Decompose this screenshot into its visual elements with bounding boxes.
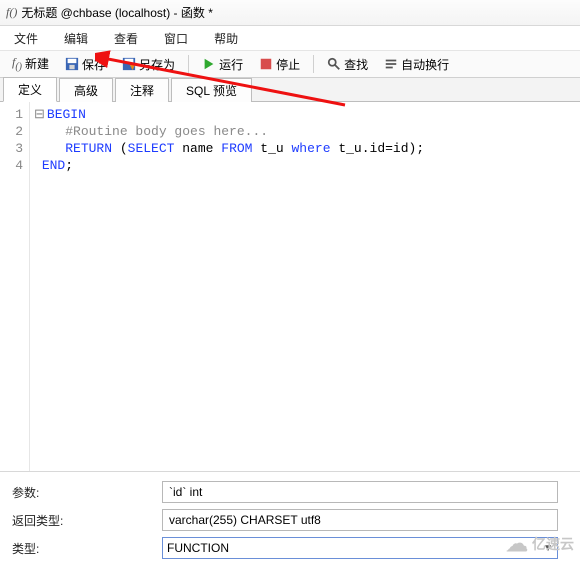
- tab-sql-preview[interactable]: SQL 预览: [171, 78, 252, 102]
- save-icon: [65, 57, 79, 71]
- find-button[interactable]: 查找: [321, 54, 374, 75]
- line-gutter: 1234: [0, 102, 30, 471]
- cloud-icon: ☁: [506, 531, 528, 557]
- new-label: 新建: [25, 55, 49, 72]
- properties-panel: 参数: 返回类型: 类型: FUNCTION ▼: [0, 472, 580, 568]
- wrap-icon: [384, 57, 398, 71]
- params-label: 参数:: [12, 484, 162, 501]
- saveas-icon: [122, 57, 136, 71]
- search-icon: [327, 57, 341, 71]
- tab-definition[interactable]: 定义: [3, 77, 57, 102]
- run-button[interactable]: 运行: [196, 54, 249, 75]
- type-value: FUNCTION: [167, 541, 229, 555]
- watermark: ☁ 亿速云: [506, 531, 574, 557]
- new-button[interactable]: f() 新建: [6, 53, 55, 74]
- saveas-button[interactable]: 另存为: [116, 54, 181, 75]
- wrap-button[interactable]: 自动换行: [378, 54, 455, 75]
- separator: [313, 55, 314, 73]
- fx-icon: f(): [12, 55, 22, 72]
- type-label: 类型:: [12, 540, 162, 557]
- menu-view[interactable]: 查看: [114, 30, 138, 47]
- return-type-label: 返回类型:: [12, 512, 162, 529]
- menu-window[interactable]: 窗口: [164, 30, 188, 47]
- menu-file[interactable]: 文件: [14, 30, 38, 47]
- params-input[interactable]: [162, 481, 558, 503]
- stop-icon: [259, 57, 273, 71]
- fx-icon: f(): [6, 5, 17, 20]
- save-label: 保存: [82, 56, 106, 73]
- run-label: 运行: [219, 56, 243, 73]
- saveas-label: 另存为: [139, 56, 175, 73]
- type-select[interactable]: FUNCTION ▼: [162, 537, 558, 559]
- play-icon: [202, 57, 216, 71]
- stop-button[interactable]: 停止: [253, 54, 306, 75]
- menu-edit[interactable]: 编辑: [64, 30, 88, 47]
- toolbar: f() 新建 保存 另存为 运行 停止 查找 自动换行: [0, 50, 580, 78]
- tab-comment[interactable]: 注释: [115, 78, 169, 102]
- code-editor[interactable]: 1234 ⊟BEGIN #Routine body goes here... R…: [0, 102, 580, 472]
- menu-help[interactable]: 帮助: [214, 30, 238, 47]
- return-type-input[interactable]: [162, 509, 558, 531]
- separator: [188, 55, 189, 73]
- save-button[interactable]: 保存: [59, 54, 112, 75]
- wrap-label: 自动换行: [401, 56, 449, 73]
- code-area[interactable]: ⊟BEGIN #Routine body goes here... RETURN…: [30, 102, 430, 471]
- window-title: 无标题 @chbase (localhost) - 函数 *: [21, 4, 213, 21]
- stop-label: 停止: [276, 56, 300, 73]
- menu-bar: 文件 编辑 查看 窗口 帮助: [0, 26, 580, 50]
- tab-bar: 定义 高级 注释 SQL 预览: [0, 78, 580, 102]
- tab-advanced[interactable]: 高级: [59, 78, 113, 102]
- title-bar: f() 无标题 @chbase (localhost) - 函数 *: [0, 0, 580, 26]
- find-label: 查找: [344, 56, 368, 73]
